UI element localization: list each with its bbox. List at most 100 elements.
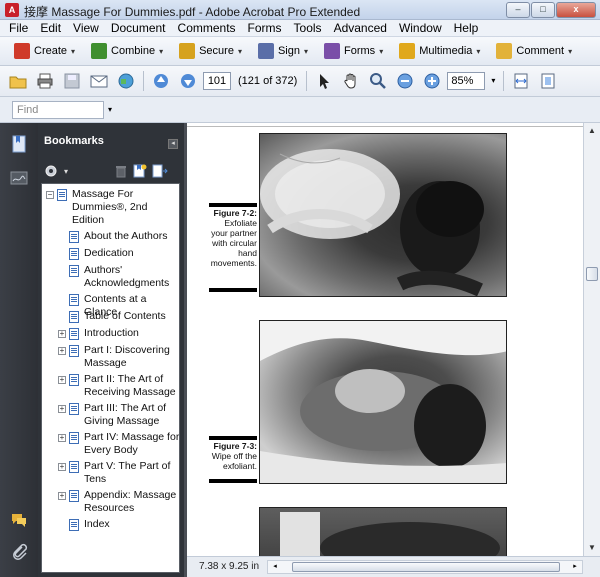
trash-icon[interactable] — [114, 164, 128, 178]
menu-view[interactable]: View — [67, 21, 105, 35]
bookmarks-panel: Bookmarks ◂ ▾ − Massage For Dummies®, 2n… — [38, 123, 184, 577]
forms-button[interactable]: Forms ▾ — [318, 40, 389, 62]
bookmarks-title: Bookmarks — [44, 135, 104, 147]
scroll-down-icon[interactable]: ▼ — [584, 540, 600, 556]
multimedia-icon — [399, 43, 416, 59]
chevron-down-icon[interactable]: ▾ — [108, 105, 112, 114]
signatures-panel-icon[interactable] — [10, 169, 28, 187]
menu-comments[interactable]: Comments — [172, 21, 242, 35]
fit-page-button[interactable] — [536, 69, 560, 93]
page-number-input[interactable]: 101 — [203, 72, 231, 90]
combine-icon — [91, 43, 108, 59]
chevron-down-icon[interactable]: ▾ — [64, 167, 68, 176]
document-view[interactable]: Figure 7-2: Exfoliate your partner with … — [187, 123, 583, 556]
create-button[interactable]: Create ▾ — [8, 40, 81, 62]
maximize-button[interactable]: □ — [531, 2, 555, 18]
menu-advanced[interactable]: Advanced — [328, 21, 393, 35]
caption-line: your partner — [211, 228, 257, 238]
expand-toggle[interactable]: + — [58, 376, 66, 384]
photo-massage-next — [280, 512, 500, 556]
horizontal-scrollbar[interactable]: ◂ ▸ — [267, 560, 583, 574]
collaborate-button[interactable] — [114, 69, 138, 93]
open-button[interactable] — [6, 69, 30, 93]
figure-photo — [259, 320, 507, 484]
vertical-scrollbar[interactable]: ▲ ▼ — [583, 123, 600, 556]
multimedia-button[interactable]: Multimedia ▾ — [393, 40, 486, 62]
comment-label: Comment — [516, 45, 565, 57]
comments-panel-icon[interactable] — [10, 511, 28, 529]
expand-toggle[interactable]: + — [58, 434, 66, 442]
print-button[interactable] — [33, 69, 57, 93]
acrobat-app-icon[interactable]: A — [5, 3, 19, 17]
page-count: (121 of 372) — [238, 75, 298, 87]
select-tool-button[interactable] — [312, 69, 336, 93]
zoom-out-button[interactable] — [393, 69, 417, 93]
comment-button[interactable]: Comment ▾ — [490, 40, 578, 62]
pen-icon — [257, 43, 274, 59]
collapse-toggle[interactable]: − — [46, 191, 54, 199]
expand-toggle[interactable]: + — [58, 463, 66, 471]
page-edge — [187, 126, 583, 127]
minimize-button[interactable]: – — [506, 2, 530, 18]
hand-icon — [344, 73, 356, 89]
expand-toggle[interactable]: + — [58, 347, 66, 355]
bookmark-label: About the Authors — [84, 230, 168, 242]
new-bookmark-icon[interactable] — [132, 164, 148, 178]
envelope-icon — [90, 75, 108, 88]
sign-button[interactable]: Sign ▾ — [252, 40, 314, 62]
caption-line: movements. — [210, 258, 257, 268]
previous-page-button[interactable] — [149, 69, 173, 93]
collapse-panel-button[interactable]: ◂ — [168, 139, 178, 149]
scroll-up-icon[interactable]: ▲ — [584, 123, 600, 139]
zoom-in-button[interactable] — [420, 69, 444, 93]
email-button[interactable] — [87, 69, 111, 93]
fit-width-button[interactable] — [509, 69, 533, 93]
figure-caption: Figure 7-2: Exfoliate your partner with … — [209, 203, 257, 292]
bookmark-icon — [69, 231, 79, 243]
figure-caption: Figure 7-3: Wipe off the exfoliant. — [209, 436, 257, 483]
arrow-down-icon — [181, 74, 195, 88]
navigation-pane-rail — [0, 123, 38, 577]
chevron-down-icon[interactable]: ▾ — [488, 72, 498, 90]
bookmark-panel-icon[interactable] — [10, 135, 28, 153]
scroll-thumb[interactable] — [586, 267, 598, 281]
menu-window[interactable]: Window — [393, 21, 448, 35]
expand-toggle[interactable]: + — [58, 405, 66, 413]
menu-tools[interactable]: Tools — [288, 21, 328, 35]
save-button[interactable] — [60, 69, 84, 93]
menu-bar: File Edit View Document Comments Forms T… — [0, 20, 600, 37]
menu-document[interactable]: Document — [105, 21, 172, 35]
caption-line: exfoliant. — [222, 461, 257, 471]
page-dimensions: 7.38 x 9.25 in — [199, 561, 260, 572]
gear-icon[interactable] — [44, 164, 60, 178]
menu-edit[interactable]: Edit — [34, 21, 67, 35]
menu-help[interactable]: Help — [448, 21, 485, 35]
folder-icon — [9, 76, 27, 89]
zoom-level-input[interactable]: 85% — [447, 72, 486, 90]
window-title: 接摩 Massage For Dummies.pdf - Adobe Acrob… — [24, 5, 361, 19]
caption-rule — [209, 203, 257, 207]
menu-file[interactable]: File — [3, 21, 34, 35]
combine-label: Combine — [111, 45, 156, 57]
menu-forms[interactable]: Forms — [242, 21, 288, 35]
expand-toggle[interactable]: + — [58, 330, 66, 338]
expand-bookmark-icon[interactable] — [152, 164, 168, 178]
caption-rule — [209, 288, 257, 292]
scroll-left-icon[interactable]: ◂ — [269, 561, 281, 573]
close-button[interactable]: x — [556, 2, 596, 18]
secure-button[interactable]: Secure ▾ — [173, 40, 248, 62]
bookmarks-header: Bookmarks ◂ — [38, 123, 184, 159]
scroll-right-icon[interactable]: ▸ — [569, 561, 581, 573]
expand-toggle[interactable]: + — [58, 492, 66, 500]
bookmark-icon — [69, 461, 79, 473]
marquee-zoom-button[interactable] — [366, 69, 390, 93]
next-page-button[interactable] — [176, 69, 200, 93]
scroll-thumb[interactable] — [292, 562, 560, 572]
combine-button[interactable]: Combine ▾ — [85, 40, 169, 62]
find-input[interactable]: Find — [12, 100, 104, 119]
attachments-panel-icon[interactable] — [10, 543, 28, 561]
bookmark-icon — [69, 248, 79, 260]
hand-tool-button[interactable] — [339, 69, 363, 93]
bookmarks-toolbar: ▾ — [38, 159, 184, 183]
sign-label: Sign — [277, 45, 300, 57]
